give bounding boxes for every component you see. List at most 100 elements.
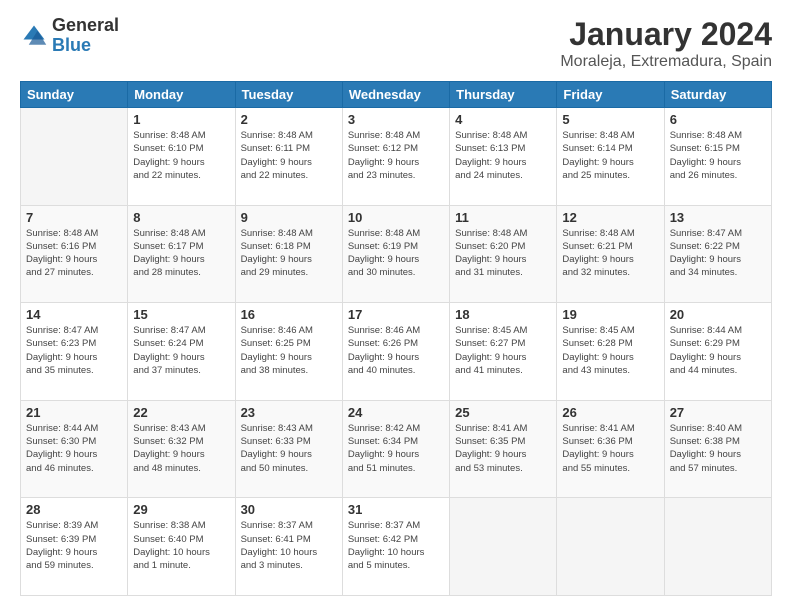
day-number: 3 <box>348 112 444 127</box>
day-number: 4 <box>455 112 551 127</box>
day-number: 30 <box>241 502 337 517</box>
day-info: Sunrise: 8:48 AMSunset: 6:21 PMDaylight:… <box>562 227 658 280</box>
calendar-cell: 8 Sunrise: 8:48 AMSunset: 6:17 PMDaylight… <box>128 205 235 303</box>
day-info: Sunrise: 8:48 AMSunset: 6:14 PMDaylight:… <box>562 129 658 182</box>
day-info: Sunrise: 8:47 AMSunset: 6:23 PMDaylight:… <box>26 324 122 377</box>
day-number: 29 <box>133 502 229 517</box>
day-header-wednesday: Wednesday <box>342 82 449 108</box>
day-number: 1 <box>133 112 229 127</box>
day-number: 21 <box>26 405 122 420</box>
day-number: 15 <box>133 307 229 322</box>
header: General Blue January 2024 Moraleja, Extr… <box>20 16 772 71</box>
calendar-cell: 31Sunrise: 8:37 AMSunset: 6:42 PMDayligh… <box>342 498 449 596</box>
day-info: Sunrise: 8:47 AMSunset: 6:22 PMDaylight:… <box>670 227 766 280</box>
day-number: 10 <box>348 210 444 225</box>
calendar-cell: 9 Sunrise: 8:48 AMSunset: 6:18 PMDaylight… <box>235 205 342 303</box>
calendar-cell: 20Sunrise: 8:44 AMSunset: 6:29 PMDayligh… <box>664 303 771 401</box>
calendar-cell: 17 Sunrise: 8:46 AMSunset: 6:26 PMDayligh… <box>342 303 449 401</box>
week-row-2: 14 Sunrise: 8:47 AMSunset: 6:23 PMDayligh… <box>21 303 772 401</box>
calendar-cell: 12 Sunrise: 8:48 AMSunset: 6:21 PMDayligh… <box>557 205 664 303</box>
week-row-1: 7Sunrise: 8:48 AMSunset: 6:16 PMDaylight… <box>21 205 772 303</box>
day-info: Sunrise: 8:44 AMSunset: 6:29 PMDaylight:… <box>670 324 766 377</box>
calendar: SundayMondayTuesdayWednesdayThursdayFrid… <box>20 81 772 596</box>
calendar-cell: 2 Sunrise: 8:48 AMSunset: 6:11 PMDaylight… <box>235 108 342 206</box>
day-info: Sunrise: 8:44 AMSunset: 6:30 PMDaylight:… <box>26 422 122 475</box>
calendar-cell: 29Sunrise: 8:38 AMSunset: 6:40 PMDayligh… <box>128 498 235 596</box>
day-info: Sunrise: 8:41 AMSunset: 6:36 PMDaylight:… <box>562 422 658 475</box>
day-number: 18 <box>455 307 551 322</box>
week-row-3: 21 Sunrise: 8:44 AMSunset: 6:30 PMDayligh… <box>21 400 772 498</box>
calendar-cell <box>557 498 664 596</box>
calendar-cell: 25 Sunrise: 8:41 AMSunset: 6:35 PMDayligh… <box>450 400 557 498</box>
calendar-cell: 30Sunrise: 8:37 AMSunset: 6:41 PMDayligh… <box>235 498 342 596</box>
calendar-cell: 19Sunrise: 8:45 AMSunset: 6:28 PMDayligh… <box>557 303 664 401</box>
calendar-cell: 10 Sunrise: 8:48 AMSunset: 6:19 PMDayligh… <box>342 205 449 303</box>
day-info: Sunrise: 8:47 AMSunset: 6:24 PMDaylight:… <box>133 324 229 377</box>
day-number: 27 <box>670 405 766 420</box>
day-number: 24 <box>348 405 444 420</box>
page: General Blue January 2024 Moraleja, Extr… <box>0 0 792 612</box>
calendar-cell: 5 Sunrise: 8:48 AMSunset: 6:14 PMDaylight… <box>557 108 664 206</box>
calendar-cell: 27Sunrise: 8:40 AMSunset: 6:38 PMDayligh… <box>664 400 771 498</box>
day-number: 17 <box>348 307 444 322</box>
calendar-cell: 23 Sunrise: 8:43 AMSunset: 6:33 PMDayligh… <box>235 400 342 498</box>
day-header-friday: Friday <box>557 82 664 108</box>
day-number: 2 <box>241 112 337 127</box>
calendar-cell: 1 Sunrise: 8:48 AMSunset: 6:10 PMDaylight… <box>128 108 235 206</box>
calendar-cell <box>450 498 557 596</box>
calendar-cell: 7Sunrise: 8:48 AMSunset: 6:16 PMDaylight… <box>21 205 128 303</box>
day-info: Sunrise: 8:39 AMSunset: 6:39 PMDaylight:… <box>26 519 122 572</box>
day-info: Sunrise: 8:48 AMSunset: 6:11 PMDaylight:… <box>241 129 337 182</box>
day-number: 6 <box>670 112 766 127</box>
logo-icon <box>20 22 48 50</box>
calendar-cell: 14 Sunrise: 8:47 AMSunset: 6:23 PMDayligh… <box>21 303 128 401</box>
day-info: Sunrise: 8:48 AMSunset: 6:19 PMDaylight:… <box>348 227 444 280</box>
header-row: SundayMondayTuesdayWednesdayThursdayFrid… <box>21 82 772 108</box>
calendar-cell: 4 Sunrise: 8:48 AMSunset: 6:13 PMDaylight… <box>450 108 557 206</box>
calendar-cell: 22 Sunrise: 8:43 AMSunset: 6:32 PMDayligh… <box>128 400 235 498</box>
day-number: 5 <box>562 112 658 127</box>
day-info: Sunrise: 8:46 AMSunset: 6:25 PMDaylight:… <box>241 324 337 377</box>
day-number: 8 <box>133 210 229 225</box>
calendar-cell: 6Sunrise: 8:48 AMSunset: 6:15 PMDaylight… <box>664 108 771 206</box>
logo: General Blue <box>20 16 119 56</box>
day-number: 16 <box>241 307 337 322</box>
day-info: Sunrise: 8:46 AMSunset: 6:26 PMDaylight:… <box>348 324 444 377</box>
day-header-thursday: Thursday <box>450 82 557 108</box>
logo-text: General Blue <box>52 16 119 56</box>
day-number: 26 <box>562 405 658 420</box>
day-info: Sunrise: 8:45 AMSunset: 6:27 PMDaylight:… <box>455 324 551 377</box>
day-info: Sunrise: 8:48 AMSunset: 6:13 PMDaylight:… <box>455 129 551 182</box>
day-number: 12 <box>562 210 658 225</box>
week-row-0: 1 Sunrise: 8:48 AMSunset: 6:10 PMDaylight… <box>21 108 772 206</box>
day-info: Sunrise: 8:41 AMSunset: 6:35 PMDaylight:… <box>455 422 551 475</box>
calendar-cell: 15 Sunrise: 8:47 AMSunset: 6:24 PMDayligh… <box>128 303 235 401</box>
day-number: 11 <box>455 210 551 225</box>
day-info: Sunrise: 8:42 AMSunset: 6:34 PMDaylight:… <box>348 422 444 475</box>
day-number: 25 <box>455 405 551 420</box>
day-header-monday: Monday <box>128 82 235 108</box>
day-info: Sunrise: 8:48 AMSunset: 6:17 PMDaylight:… <box>133 227 229 280</box>
day-info: Sunrise: 8:43 AMSunset: 6:32 PMDaylight:… <box>133 422 229 475</box>
day-number: 23 <box>241 405 337 420</box>
day-info: Sunrise: 8:48 AMSunset: 6:12 PMDaylight:… <box>348 129 444 182</box>
day-info: Sunrise: 8:43 AMSunset: 6:33 PMDaylight:… <box>241 422 337 475</box>
day-number: 22 <box>133 405 229 420</box>
calendar-cell: 28 Sunrise: 8:39 AMSunset: 6:39 PMDayligh… <box>21 498 128 596</box>
day-header-sunday: Sunday <box>21 82 128 108</box>
day-number: 13 <box>670 210 766 225</box>
day-number: 19 <box>562 307 658 322</box>
title-area: January 2024 Moraleja, Extremadura, Spai… <box>560 16 772 71</box>
calendar-cell: 11Sunrise: 8:48 AMSunset: 6:20 PMDayligh… <box>450 205 557 303</box>
day-number: 9 <box>241 210 337 225</box>
day-number: 31 <box>348 502 444 517</box>
day-header-saturday: Saturday <box>664 82 771 108</box>
calendar-cell: 18 Sunrise: 8:45 AMSunset: 6:27 PMDayligh… <box>450 303 557 401</box>
day-number: 28 <box>26 502 122 517</box>
calendar-cell: 3 Sunrise: 8:48 AMSunset: 6:12 PMDaylight… <box>342 108 449 206</box>
day-number: 14 <box>26 307 122 322</box>
day-info: Sunrise: 8:48 AMSunset: 6:18 PMDaylight:… <box>241 227 337 280</box>
calendar-cell: 13 Sunrise: 8:47 AMSunset: 6:22 PMDayligh… <box>664 205 771 303</box>
day-info: Sunrise: 8:48 AMSunset: 6:10 PMDaylight:… <box>133 129 229 182</box>
logo-general: General <box>52 16 119 36</box>
